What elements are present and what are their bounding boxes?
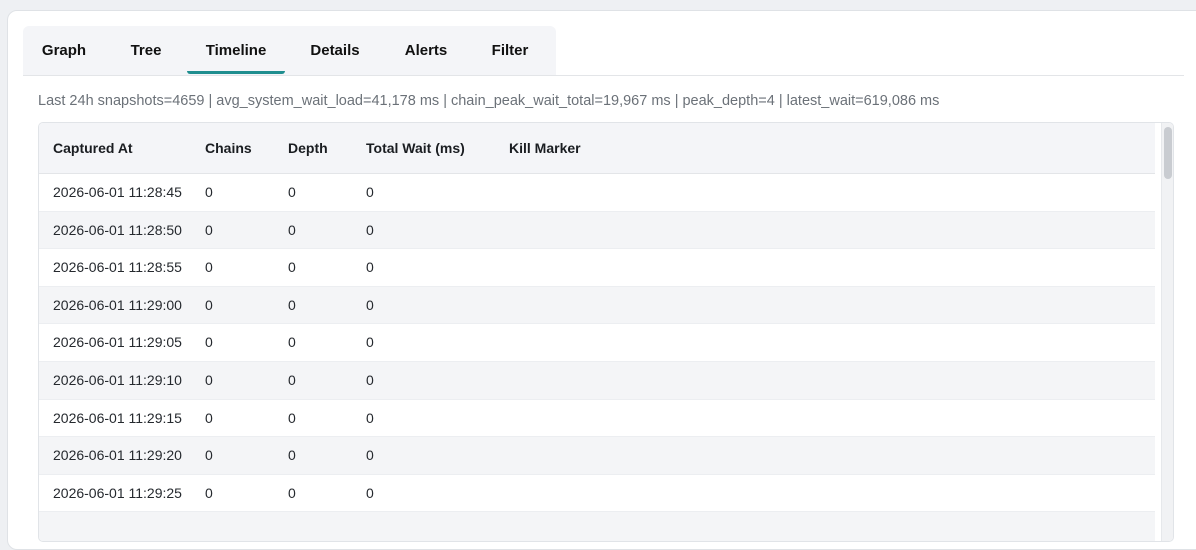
cell-captured-at: 2026-06-01 11:29:05 (53, 334, 182, 351)
tab-alerts[interactable]: Alerts (385, 26, 467, 75)
cell-chains: 0 (205, 334, 213, 351)
table-row[interactable]: 2026-06-01 11:29:25 0 0 0 (39, 475, 1155, 513)
table-row[interactable] (39, 512, 1155, 541)
table-row[interactable]: 2026-06-01 11:28:55 0 0 0 (39, 249, 1155, 287)
tab-graph[interactable]: Graph (23, 26, 105, 75)
column-header-captured-at[interactable]: Captured At (53, 123, 133, 174)
cell-depth: 0 (288, 296, 296, 313)
cell-captured-at: 2026-06-01 11:29:25 (53, 484, 182, 501)
table-row[interactable]: 2026-06-01 11:29:20 0 0 0 (39, 437, 1155, 475)
cell-captured-at: 2026-06-01 11:29:00 (53, 296, 182, 313)
tab-bar: Graph Tree Timeline Details Alerts Filte… (23, 26, 556, 75)
cell-depth: 0 (288, 184, 296, 200)
column-header-total-wait[interactable]: Total Wait (ms) (366, 123, 465, 174)
tab-tree[interactable]: Tree (105, 26, 187, 75)
timeline-summary: Last 24h snapshots=4659 | avg_system_wai… (38, 93, 940, 109)
cell-total-wait: 0 (366, 221, 374, 238)
cell-chains: 0 (205, 184, 213, 200)
cell-depth: 0 (288, 221, 296, 238)
cell-total-wait: 0 (366, 184, 374, 200)
cell-total-wait: 0 (366, 334, 374, 351)
cell-chains: 0 (205, 371, 213, 388)
tab-timeline[interactable]: Timeline (187, 26, 285, 75)
cell-chains: 0 (205, 484, 213, 501)
cell-depth: 0 (288, 447, 296, 464)
cell-depth: 0 (288, 371, 296, 388)
timeline-table: Captured At Chains Depth Total Wait (ms)… (38, 122, 1174, 542)
cell-captured-at: 2026-06-01 11:28:50 (53, 221, 182, 238)
cell-total-wait: 0 (366, 409, 374, 426)
cell-depth: 0 (288, 259, 296, 276)
cell-total-wait: 0 (366, 259, 374, 276)
cell-captured-at: 2026-06-01 11:28:55 (53, 259, 182, 276)
tab-divider (23, 75, 1184, 76)
table-body: 2026-06-01 11:28:45 0 0 0 2026-06-01 11:28:5… (39, 174, 1155, 541)
cell-total-wait: 0 (366, 484, 374, 501)
scrollbar-thumb[interactable] (1164, 127, 1172, 179)
cell-chains: 0 (205, 447, 213, 464)
cell-total-wait: 0 (366, 447, 374, 464)
table-row[interactable]: 2026-06-01 11:29:10 0 0 0 (39, 361, 1155, 400)
cell-total-wait: 0 (366, 296, 374, 313)
cell-captured-at: 2026-06-01 11:29:15 (53, 409, 182, 426)
table-scrollbar[interactable] (1161, 123, 1173, 541)
cell-captured-at: 2026-06-01 11:28:45 (53, 184, 182, 200)
cell-chains: 0 (205, 296, 213, 313)
cell-captured-at: 2026-06-01 11:29:20 (53, 447, 182, 464)
column-header-chains[interactable]: Chains (205, 123, 252, 174)
table-row[interactable]: 2026-06-01 11:28:45 0 0 0 (39, 174, 1155, 212)
table-row[interactable]: 2026-06-01 11:29:05 0 0 0 (39, 324, 1155, 362)
tab-details[interactable]: Details (285, 26, 385, 75)
cell-depth: 0 (288, 484, 296, 501)
table-row[interactable]: 2026-06-01 11:28:50 0 0 0 (39, 211, 1155, 250)
cell-chains: 0 (205, 221, 213, 238)
cell-depth: 0 (288, 409, 296, 426)
table-header: Captured At Chains Depth Total Wait (ms)… (39, 123, 1155, 174)
column-header-depth[interactable]: Depth (288, 123, 328, 174)
column-header-kill-marker[interactable]: Kill Marker (509, 123, 581, 174)
tab-filter[interactable]: Filter (467, 26, 553, 75)
cell-chains: 0 (205, 409, 213, 426)
cell-captured-at: 2026-06-01 11:29:10 (53, 371, 182, 388)
table-row[interactable]: 2026-06-01 11:29:15 0 0 0 (39, 400, 1155, 438)
timeline-panel: Graph Tree Timeline Details Alerts Filte… (7, 10, 1196, 550)
cell-total-wait: 0 (366, 371, 374, 388)
table-row[interactable]: 2026-06-01 11:29:00 0 0 0 (39, 286, 1155, 325)
cell-chains: 0 (205, 259, 213, 276)
cell-depth: 0 (288, 334, 296, 351)
